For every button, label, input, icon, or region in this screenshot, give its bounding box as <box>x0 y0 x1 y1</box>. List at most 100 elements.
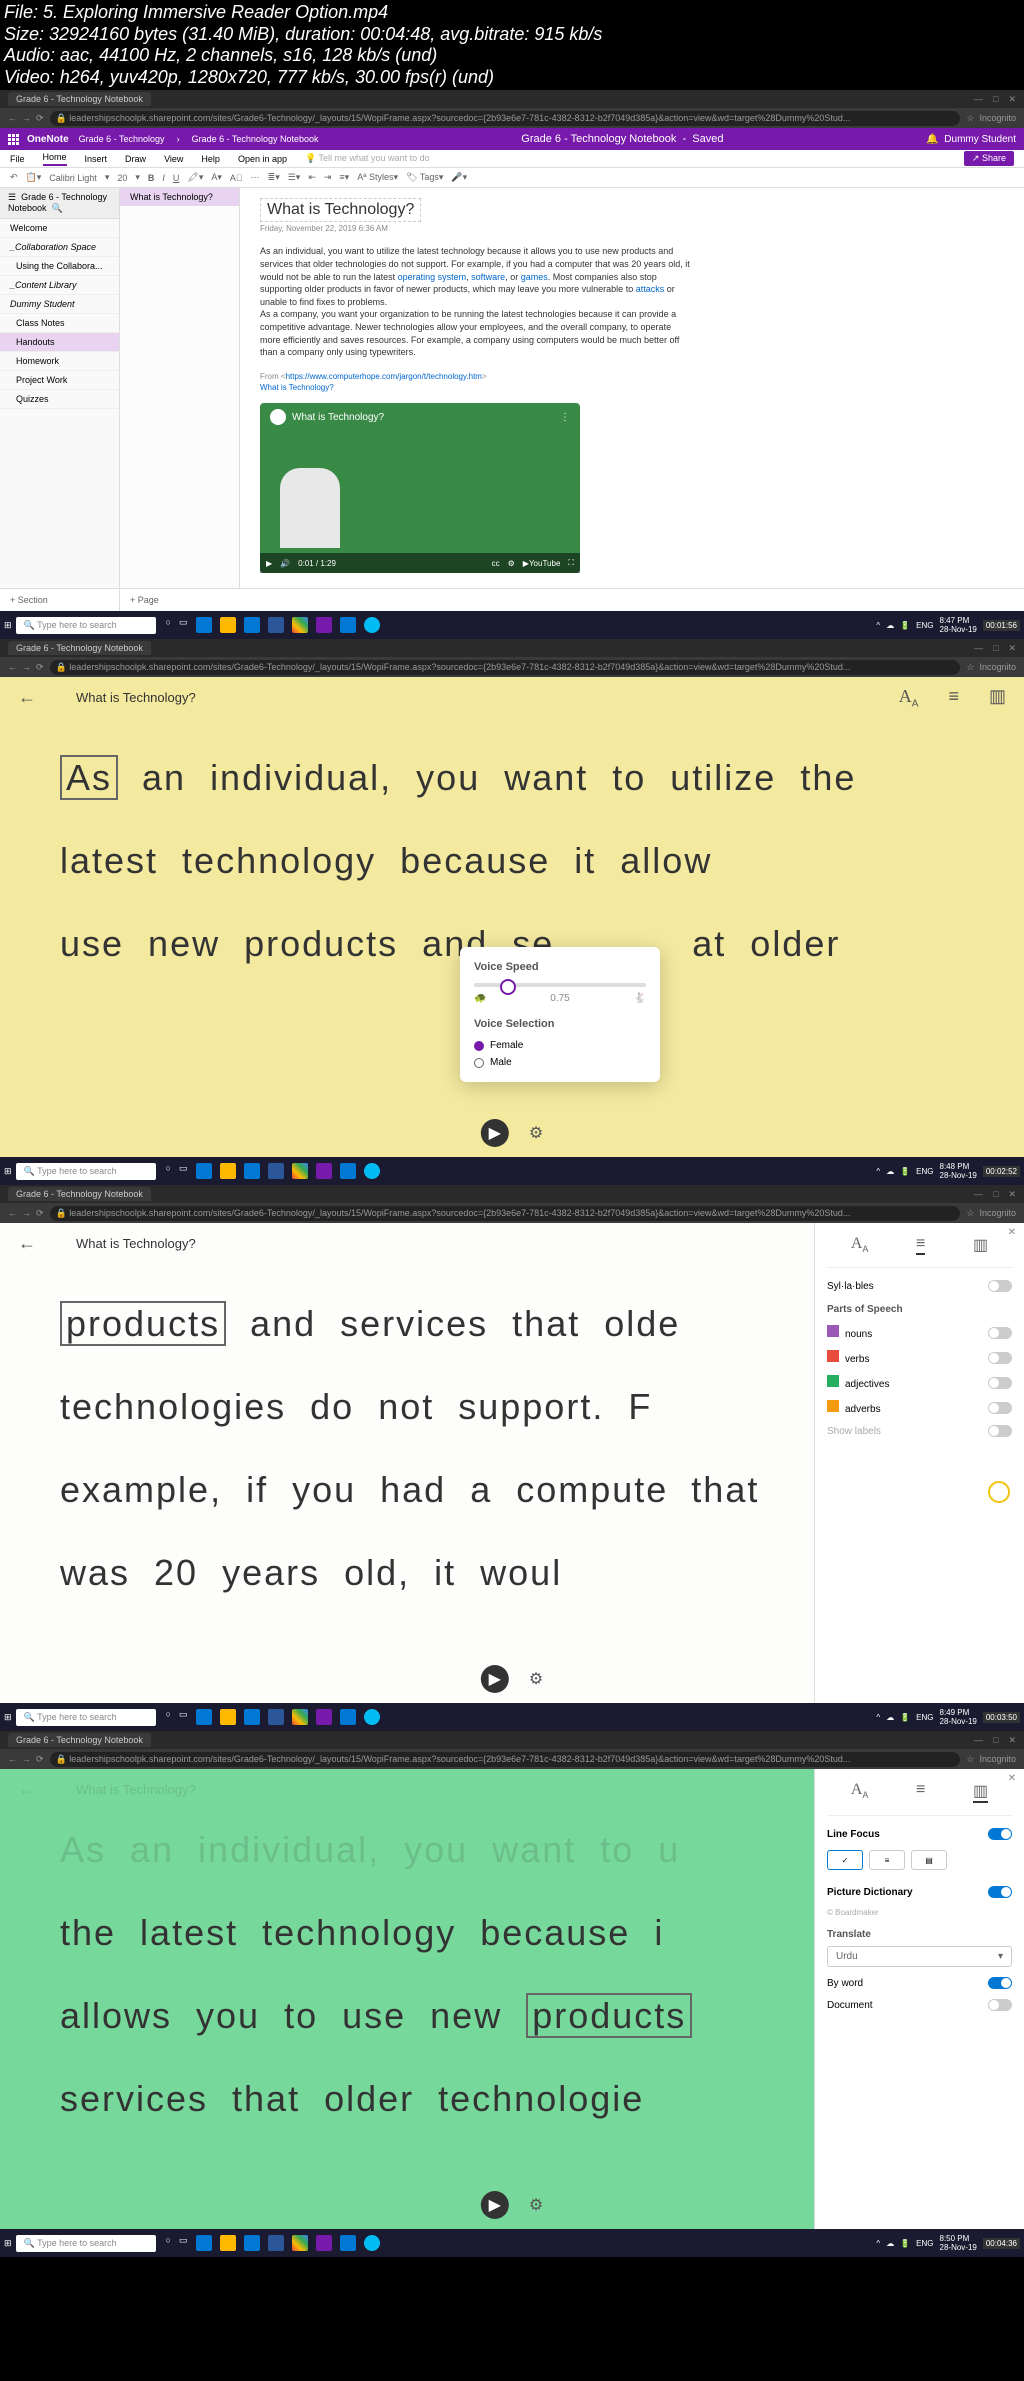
voice-settings-icon[interactable]: ⚙ <box>529 2195 543 2215</box>
reading-prefs-icon[interactable]: ▥ <box>973 1781 988 1803</box>
back-icon[interactable]: ← <box>18 687 36 708</box>
reload-icon[interactable]: ⟳ <box>36 113 44 124</box>
play-icon[interactable]: ▶ <box>266 559 272 568</box>
sidebar-item[interactable]: Handouts <box>0 333 119 352</box>
tell-me[interactable]: Tell me what you want to do <box>319 153 430 163</box>
align-icon[interactable]: ≡▾ <box>339 172 349 183</box>
chrome-icon[interactable] <box>292 617 308 633</box>
open-in-app[interactable]: Open in app <box>238 154 287 164</box>
maximize-icon[interactable]: □ <box>993 94 998 105</box>
reading-prefs-icon[interactable]: ▥ <box>989 686 1006 710</box>
focus-1-line[interactable]: ✓ <box>827 1850 863 1870</box>
back-icon[interactable]: ← <box>8 113 17 123</box>
underline-button[interactable]: U <box>173 173 180 183</box>
store-icon[interactable] <box>244 617 260 633</box>
sidebar-item[interactable]: Homework <box>0 352 119 371</box>
minimize-icon[interactable]: — <box>974 94 983 105</box>
paragraph[interactable]: As an individual, you want to utilize th… <box>260 245 690 358</box>
browser-tab[interactable]: Grade 6 - Technology Notebook <box>8 641 151 655</box>
fullscreen-icon[interactable]: ⛶ <box>568 558 574 568</box>
indent-icon[interactable]: ⇥ <box>324 172 332 183</box>
text-prefs-icon[interactable]: AA <box>851 1235 869 1255</box>
grammar-icon[interactable]: ≡ <box>948 686 959 710</box>
font-size[interactable]: 20 <box>117 173 127 183</box>
pic-dict-toggle[interactable] <box>988 1886 1012 1898</box>
tab-home[interactable]: Home <box>43 152 67 166</box>
share-button[interactable]: ↗ Share <box>964 151 1014 166</box>
tab-insert[interactable]: Insert <box>85 154 108 164</box>
start-icon[interactable]: ⊞ <box>4 620 12 631</box>
speed-slider[interactable] <box>474 983 646 987</box>
dictate-icon[interactable]: 🎤▾ <box>451 172 467 183</box>
cortana-icon[interactable]: ○ <box>166 617 171 633</box>
grammar-icon[interactable]: ≡ <box>916 1781 925 1803</box>
play-button[interactable]: ▶ <box>481 1665 509 1693</box>
sidebar-item[interactable]: _Collaboration Space <box>0 238 119 257</box>
tab-view[interactable]: View <box>164 154 183 164</box>
focus-3-line[interactable]: ≡ <box>869 1850 905 1870</box>
male-radio[interactable]: Male <box>474 1057 646 1068</box>
numbering-icon[interactable]: ☰▾ <box>288 172 301 183</box>
link[interactable]: software <box>471 272 505 282</box>
adjectives-toggle[interactable] <box>988 1377 1012 1389</box>
clear-format-icon[interactable]: A⃠ <box>230 173 243 183</box>
language-select[interactable]: Urdu▾ <box>827 1946 1012 1967</box>
highlight-icon[interactable]: 🖍▾ <box>187 172 203 183</box>
close-icon[interactable]: ✕ <box>1008 94 1016 105</box>
font-color-icon[interactable]: A▾ <box>211 172 222 183</box>
volume-icon[interactable]: 🔊 <box>280 559 290 568</box>
document-toggle[interactable] <box>988 1999 1012 2011</box>
close-icon[interactable]: ✕ <box>1008 1227 1016 1238</box>
search-input[interactable]: 🔍 Type here to search <box>16 617 156 634</box>
star-icon[interactable]: ☆ <box>966 113 974 124</box>
link[interactable]: operating system <box>398 272 467 282</box>
syllables-toggle[interactable] <box>988 1280 1012 1292</box>
taskview-icon[interactable]: ▭ <box>179 617 188 633</box>
page-item[interactable]: What is Technology? <box>120 188 239 206</box>
link[interactable]: attacks <box>636 284 665 294</box>
breadcrumb[interactable]: Grade 6 - Technology <box>79 134 165 144</box>
bell-icon[interactable]: 🔔 <box>926 134 938 145</box>
user-name[interactable]: Dummy Student <box>944 134 1016 145</box>
page-title[interactable]: What is Technology? <box>260 198 421 222</box>
link[interactable]: games <box>521 272 548 282</box>
youtube-icon[interactable]: ▶YouTube <box>523 559 561 568</box>
focus-5-line[interactable]: ▤ <box>911 1850 947 1870</box>
italic-button[interactable]: I <box>162 173 165 183</box>
undo-icon[interactable]: ↶ <box>10 172 18 183</box>
page-content[interactable]: What is Technology? Friday, November 22,… <box>240 188 1024 588</box>
bullets-icon[interactable]: ≣▾ <box>268 172 280 183</box>
sidebar-item[interactable]: Project Work <box>0 371 119 390</box>
cc-icon[interactable]: cc <box>492 559 500 568</box>
tab-draw[interactable]: Draw <box>125 154 146 164</box>
word-icon[interactable] <box>268 617 284 633</box>
adverbs-toggle[interactable] <box>988 1402 1012 1414</box>
paste-icon[interactable]: 📋▾ <box>26 172 42 183</box>
url-field[interactable]: 🔒 leadershipschoolpk.sharepoint.com/site… <box>50 111 961 126</box>
forward-icon[interactable]: → <box>22 113 31 123</box>
sidebar-item[interactable]: Welcome <box>0 219 119 238</box>
voice-settings-icon[interactable]: ⚙ <box>529 1669 543 1689</box>
play-button[interactable]: ▶ <box>481 1119 509 1147</box>
grammar-icon[interactable]: ≡ <box>916 1235 925 1255</box>
browser-tab[interactable]: Grade 6 - Technology Notebook <box>8 92 151 106</box>
breadcrumb[interactable]: Grade 6 - Technology Notebook <box>192 134 319 144</box>
close-icon[interactable]: ✕ <box>1008 1773 1016 1784</box>
verbs-toggle[interactable] <box>988 1352 1012 1364</box>
sidebar-item[interactable]: Using the Collabora... <box>0 257 119 276</box>
tab-help[interactable]: Help <box>201 154 220 164</box>
line-focus-toggle[interactable] <box>988 1828 1012 1840</box>
onenote-icon[interactable] <box>316 617 332 633</box>
female-radio[interactable]: Female <box>474 1040 646 1051</box>
bold-button[interactable]: B <box>148 173 155 183</box>
back-icon[interactable]: ← <box>18 1233 36 1254</box>
play-button[interactable]: ▶ <box>481 2191 509 2219</box>
sidebar-item[interactable]: _Content Library <box>0 276 119 295</box>
font-select[interactable]: Calibri Light <box>49 173 97 183</box>
tags-dropdown[interactable]: 🏷 Tags▾ <box>406 172 443 183</box>
sidebar-item[interactable]: Quizzes <box>0 390 119 409</box>
sidebar-item[interactable]: Dummy Student <box>0 295 119 314</box>
text-prefs-icon[interactable]: AA <box>851 1781 869 1803</box>
by-word-toggle[interactable] <box>988 1977 1012 1989</box>
sidebar-item[interactable]: Class Notes <box>0 314 119 333</box>
